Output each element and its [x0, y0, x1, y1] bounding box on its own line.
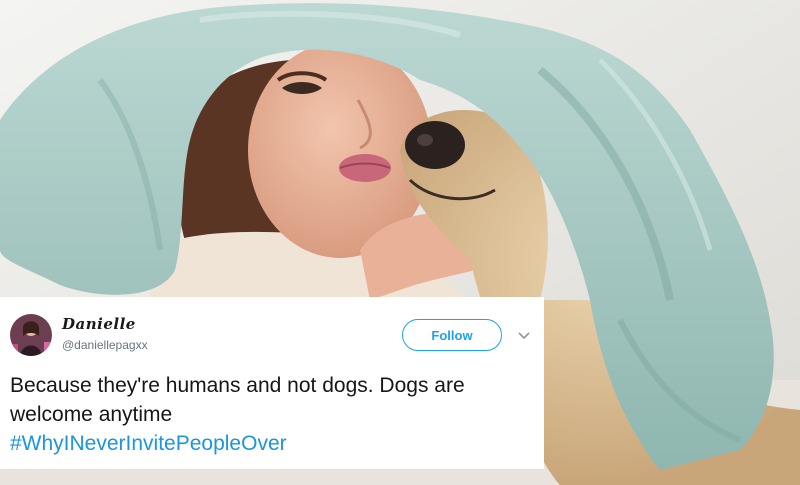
- user-handle[interactable]: @daniellepagxx: [62, 338, 148, 352]
- follow-button[interactable]: Follow: [402, 319, 502, 351]
- hashtag-link[interactable]: #WhyINeverInvitePeopleOver: [10, 429, 535, 458]
- chevron-down-icon[interactable]: [516, 327, 532, 343]
- display-name[interactable]: Danielle: [62, 315, 136, 333]
- tweet-text: Because they're humans and not dogs. Dog…: [10, 371, 535, 458]
- avatar[interactable]: [10, 314, 52, 356]
- tweet-card: Danielle @daniellepagxx Follow Because t…: [0, 297, 544, 469]
- tweet-body: Because they're humans and not dogs. Dog…: [10, 374, 465, 426]
